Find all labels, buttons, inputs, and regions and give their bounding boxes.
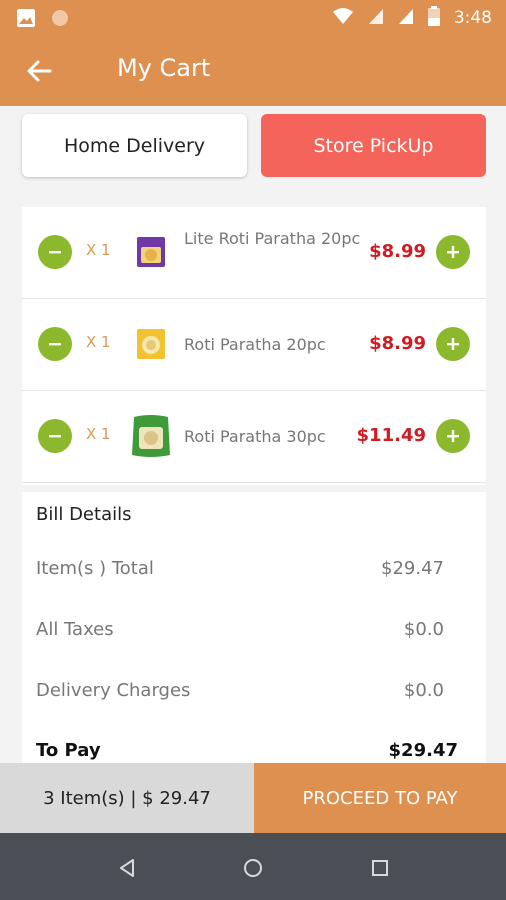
tab-store-pickup[interactable]: Store PickUp <box>261 114 486 177</box>
signal-icon <box>368 7 384 29</box>
item-name: Lite Roti Paratha 20pc <box>184 229 361 248</box>
back-triangle-icon[interactable] <box>112 853 142 883</box>
product-thumbnail <box>130 321 172 367</box>
home-circle-icon[interactable] <box>238 853 268 883</box>
bill-details: Bill Details Item(s ) Total $29.47 All T… <box>22 492 486 772</box>
product-thumbnail <box>130 229 172 275</box>
plus-icon <box>447 338 459 350</box>
cart-item: X 1 Roti Paratha 20pc $8.99 <box>22 299 486 391</box>
delivery-charges-label: Delivery Charges <box>36 680 191 701</box>
decrease-quantity-button[interactable] <box>38 327 72 361</box>
item-price: $8.99 <box>369 333 426 354</box>
item-quantity: X 1 <box>86 241 111 259</box>
item-name: Roti Paratha 20pc <box>184 335 326 354</box>
cart-items-list: X 1 Lite Roti Paratha 20pc $8.99 X 1 Rot… <box>22 207 486 485</box>
cart-item: X 1 Lite Roti Paratha 20pc $8.99 <box>22 207 486 299</box>
recents-square-icon[interactable] <box>365 853 395 883</box>
page-title: My Cart <box>117 54 211 82</box>
tab-home-delivery[interactable]: Home Delivery <box>22 114 247 177</box>
battery-icon <box>427 6 440 30</box>
delivery-charges-value: $0.0 <box>403 680 444 701</box>
decrease-quantity-button[interactable] <box>38 235 72 269</box>
taxes-value: $0.0 <box>403 619 444 640</box>
increase-quantity-button[interactable] <box>436 235 470 269</box>
to-pay-label: To Pay <box>36 740 101 761</box>
cart-summary: 3 Item(s) | $ 29.47 <box>0 763 254 833</box>
minus-icon <box>49 435 61 438</box>
increase-quantity-button[interactable] <box>436 327 470 361</box>
circle-notification-icon <box>50 8 70 32</box>
item-name: Roti Paratha 30pc <box>184 427 326 446</box>
cart-item: X 1 Roti Paratha 30pc $11.49 <box>22 391 486 483</box>
decrease-quantity-button[interactable] <box>38 419 72 453</box>
status-time: 3:48 <box>453 8 492 28</box>
bill-details-title: Bill Details <box>36 504 132 525</box>
minus-icon <box>49 251 61 254</box>
plus-icon <box>447 246 459 258</box>
increase-quantity-button[interactable] <box>436 419 470 453</box>
product-thumbnail <box>130 413 172 459</box>
item-quantity: X 1 <box>86 425 111 443</box>
system-navigation-bar <box>0 833 506 900</box>
to-pay-value: $29.47 <box>388 740 458 761</box>
app-bar: My Cart <box>0 36 506 106</box>
item-price: $11.49 <box>356 425 426 446</box>
item-total-value: $29.47 <box>381 558 444 579</box>
proceed-to-pay-button[interactable]: PROCEED TO PAY <box>254 763 506 833</box>
image-notification-icon <box>16 8 36 32</box>
item-price: $8.99 <box>369 241 426 262</box>
minus-icon <box>49 343 61 346</box>
wifi-icon <box>332 7 354 29</box>
taxes-label: All Taxes <box>36 619 114 640</box>
back-arrow-icon[interactable] <box>22 56 56 86</box>
item-quantity: X 1 <box>86 333 111 351</box>
item-total-label: Item(s ) Total <box>36 558 154 579</box>
plus-icon <box>447 430 459 442</box>
signal-icon-2 <box>398 7 414 29</box>
status-bar: 3:48 <box>0 0 506 36</box>
